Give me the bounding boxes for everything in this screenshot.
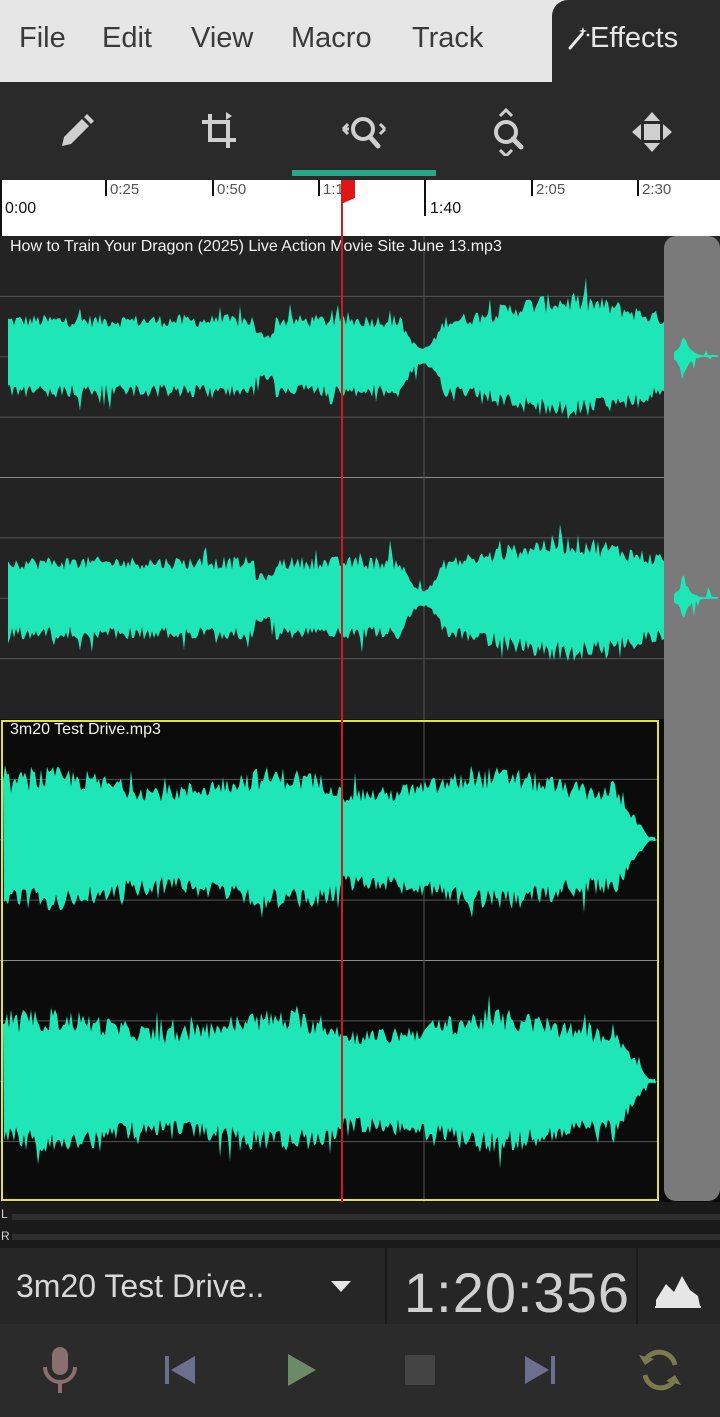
- zoom-vertical-icon: [494, 108, 524, 156]
- magic-wand-icon: [568, 27, 590, 50]
- menu-view[interactable]: View: [191, 22, 253, 55]
- menu-file[interactable]: File: [19, 22, 66, 55]
- level-meters: L R: [0, 1202, 720, 1246]
- menu-edit[interactable]: Edit: [102, 22, 152, 55]
- skip-forward-icon: [525, 1356, 555, 1384]
- waveform-channel: [8, 277, 664, 420]
- track-1-tail-waveform: [674, 337, 718, 619]
- track-select-value[interactable]: 3m20 Test Drive..: [16, 1268, 264, 1305]
- track-2-name: 3m20 Test Drive.mp3: [10, 721, 161, 738]
- ruler-tick: [424, 180, 426, 216]
- track-1-name: How to Train Your Dragon (2025) Live Act…: [10, 238, 502, 255]
- waveform-channel: [8, 524, 664, 662]
- waveform-channel: [674, 337, 718, 380]
- effects-label: Effects: [590, 22, 679, 54]
- microphone-icon: [43, 1347, 77, 1393]
- meter-right: [12, 1234, 720, 1240]
- pencil-tool-button[interactable]: [48, 104, 104, 160]
- loop-icon: [639, 1349, 681, 1391]
- crop-icon: [202, 112, 236, 148]
- ruler-label: 0:25: [110, 181, 140, 198]
- ruler-label-major: 0:00: [5, 200, 37, 217]
- play-icon: [288, 1354, 316, 1386]
- active-tool-indicator: [292, 170, 436, 176]
- tracks-area[interactable]: How to Train Your Dragon (2025) Live Act…: [0, 236, 720, 1202]
- spectrum-icon[interactable]: [654, 1270, 702, 1308]
- track-1[interactable]: How to Train Your Dragon (2025) Live Act…: [0, 236, 720, 719]
- separator: [385, 1248, 387, 1326]
- playhead[interactable]: [341, 180, 343, 1202]
- skip-back-icon: [165, 1356, 195, 1384]
- zoom-horizontal-icon: [341, 117, 387, 149]
- ruler-tick: [105, 180, 107, 196]
- ruler-label: 0:50: [217, 181, 247, 198]
- track-1-waveform[interactable]: [0, 236, 664, 719]
- zoom-horizontal-tool-button[interactable]: [336, 104, 392, 160]
- separator: [636, 1248, 638, 1326]
- loop-button[interactable]: [632, 1342, 688, 1398]
- ruler-label: 2:05: [536, 181, 566, 198]
- menu-bar: File Edit View Macro Track Effects: [0, 0, 720, 82]
- ruler-label-major: 1:40: [430, 200, 462, 217]
- menu-macro[interactable]: Macro: [291, 22, 372, 55]
- tool-bar: [0, 82, 720, 180]
- info-bar: 3m20 Test Drive.. 1:20:356: [0, 1246, 720, 1326]
- ruler-tick: [637, 180, 639, 196]
- play-button[interactable]: [274, 1342, 330, 1398]
- ruler-tick: [0, 180, 2, 236]
- meter-left: [12, 1214, 720, 1220]
- track-2[interactable]: 3m20 Test Drive.mp3: [0, 719, 720, 1202]
- ruler-tick: [212, 180, 214, 196]
- track-2-waveform[interactable]: [0, 719, 720, 1202]
- skip-back-button[interactable]: [152, 1342, 208, 1398]
- ruler-label: 2:30: [642, 181, 672, 198]
- waveform-channel: [3, 765, 656, 919]
- skip-forward-button[interactable]: [512, 1342, 568, 1398]
- stop-button[interactable]: [392, 1342, 448, 1398]
- transport-bar: [0, 1324, 720, 1417]
- meter-right-label: R: [1, 1229, 10, 1243]
- stop-icon: [405, 1355, 435, 1385]
- menu-track[interactable]: Track: [412, 22, 483, 55]
- current-time: 1:20:356: [404, 1261, 630, 1324]
- zoom-vertical-tool-button[interactable]: [480, 104, 536, 160]
- move-tool-button[interactable]: [624, 104, 680, 160]
- record-button[interactable]: [32, 1342, 88, 1398]
- menu-effects[interactable]: Effects: [552, 0, 720, 82]
- ruler-tick: [531, 180, 533, 196]
- waveform-channel: [674, 575, 718, 619]
- pencil-icon: [62, 114, 94, 146]
- chevron-down-icon[interactable]: [330, 1280, 352, 1294]
- time-ruler[interactable]: 0:25 0:50 1:1 2:05 2:30 0:00 1:40: [0, 180, 720, 236]
- move-icon: [632, 112, 672, 152]
- crop-tool-button[interactable]: [192, 104, 248, 160]
- meter-left-label: L: [1, 1207, 8, 1221]
- ruler-tick: [318, 180, 320, 196]
